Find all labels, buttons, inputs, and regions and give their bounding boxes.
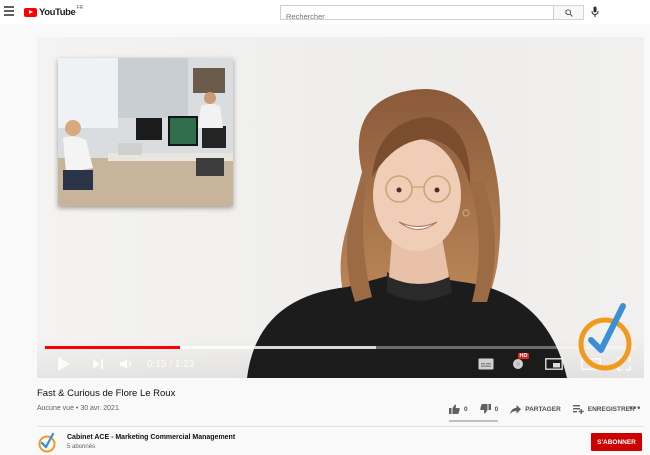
miniplayer-icon (545, 358, 563, 370)
subscriber-count: 5 abonnés (67, 444, 96, 450)
youtube-logo[interactable]: YouTube FR (24, 5, 83, 19)
play-icon (58, 357, 70, 371)
logo-text: YouTube (39, 6, 76, 18)
video-actions: 0 0 PARTAGER ENREGISTRER (449, 402, 647, 416)
search-button[interactable] (554, 5, 584, 20)
save-label: ENREGISTRER (587, 405, 635, 413)
playlist-add-icon (572, 404, 584, 414)
volume-button[interactable] (119, 355, 133, 373)
video-title: Fast & Curious de Flore Le Roux (37, 388, 176, 399)
share-icon (510, 404, 522, 414)
video-meta: Aucune vue • 30 avr. 2021 (37, 405, 119, 412)
more-actions-icon[interactable]: ••• (629, 403, 641, 414)
miniplayer-button[interactable] (545, 355, 563, 373)
channel-avatar[interactable] (37, 431, 57, 453)
divider (37, 426, 644, 427)
progress-bar[interactable] (45, 346, 636, 349)
sentiment-bar (449, 420, 498, 422)
microphone-icon[interactable] (591, 6, 599, 18)
played-bar (45, 346, 181, 349)
menu-icon[interactable] (4, 6, 14, 16)
top-bar: YouTube FR (0, 0, 650, 24)
like-count: 0 (464, 405, 468, 413)
search-icon (564, 8, 573, 17)
ace-watermark-logo[interactable] (573, 300, 637, 372)
search-input[interactable] (281, 10, 553, 23)
video-player[interactable]: 0:15 / 1:23 HD (37, 37, 644, 378)
logo-region: FR (76, 5, 84, 11)
thumbs-down-icon (479, 404, 491, 414)
settings-button[interactable]: HD (511, 353, 529, 373)
share-label: PARTAGER (525, 405, 561, 413)
office-photo (58, 58, 233, 206)
subtitles-button[interactable] (478, 355, 494, 373)
office-photo-image (58, 58, 233, 206)
channel-name[interactable]: Cabinet ACE - Marketing Commercial Manag… (67, 434, 235, 441)
save-button[interactable]: ENREGISTRER (572, 404, 635, 414)
subtitles-icon (478, 358, 494, 370)
dislike-button[interactable]: 0 (479, 404, 499, 414)
hd-badge: HD (518, 353, 529, 359)
next-button[interactable] (92, 355, 104, 373)
settings-icon (513, 359, 523, 369)
dislike-count: 0 (494, 405, 499, 413)
youtube-play-logo-icon (24, 7, 37, 17)
thumbs-up-icon (449, 404, 460, 414)
time-display: 0:15 / 1:23 (147, 355, 194, 373)
play-button[interactable] (57, 355, 71, 373)
subscribe-button[interactable]: S'ABONNER (591, 433, 642, 451)
share-button[interactable]: PARTAGER (510, 404, 561, 414)
next-icon (93, 359, 103, 369)
like-button[interactable]: 0 (449, 404, 468, 414)
time-display-text: 0:15 / 1:23 (147, 358, 195, 370)
search-box (280, 5, 554, 23)
volume-icon (120, 359, 131, 369)
